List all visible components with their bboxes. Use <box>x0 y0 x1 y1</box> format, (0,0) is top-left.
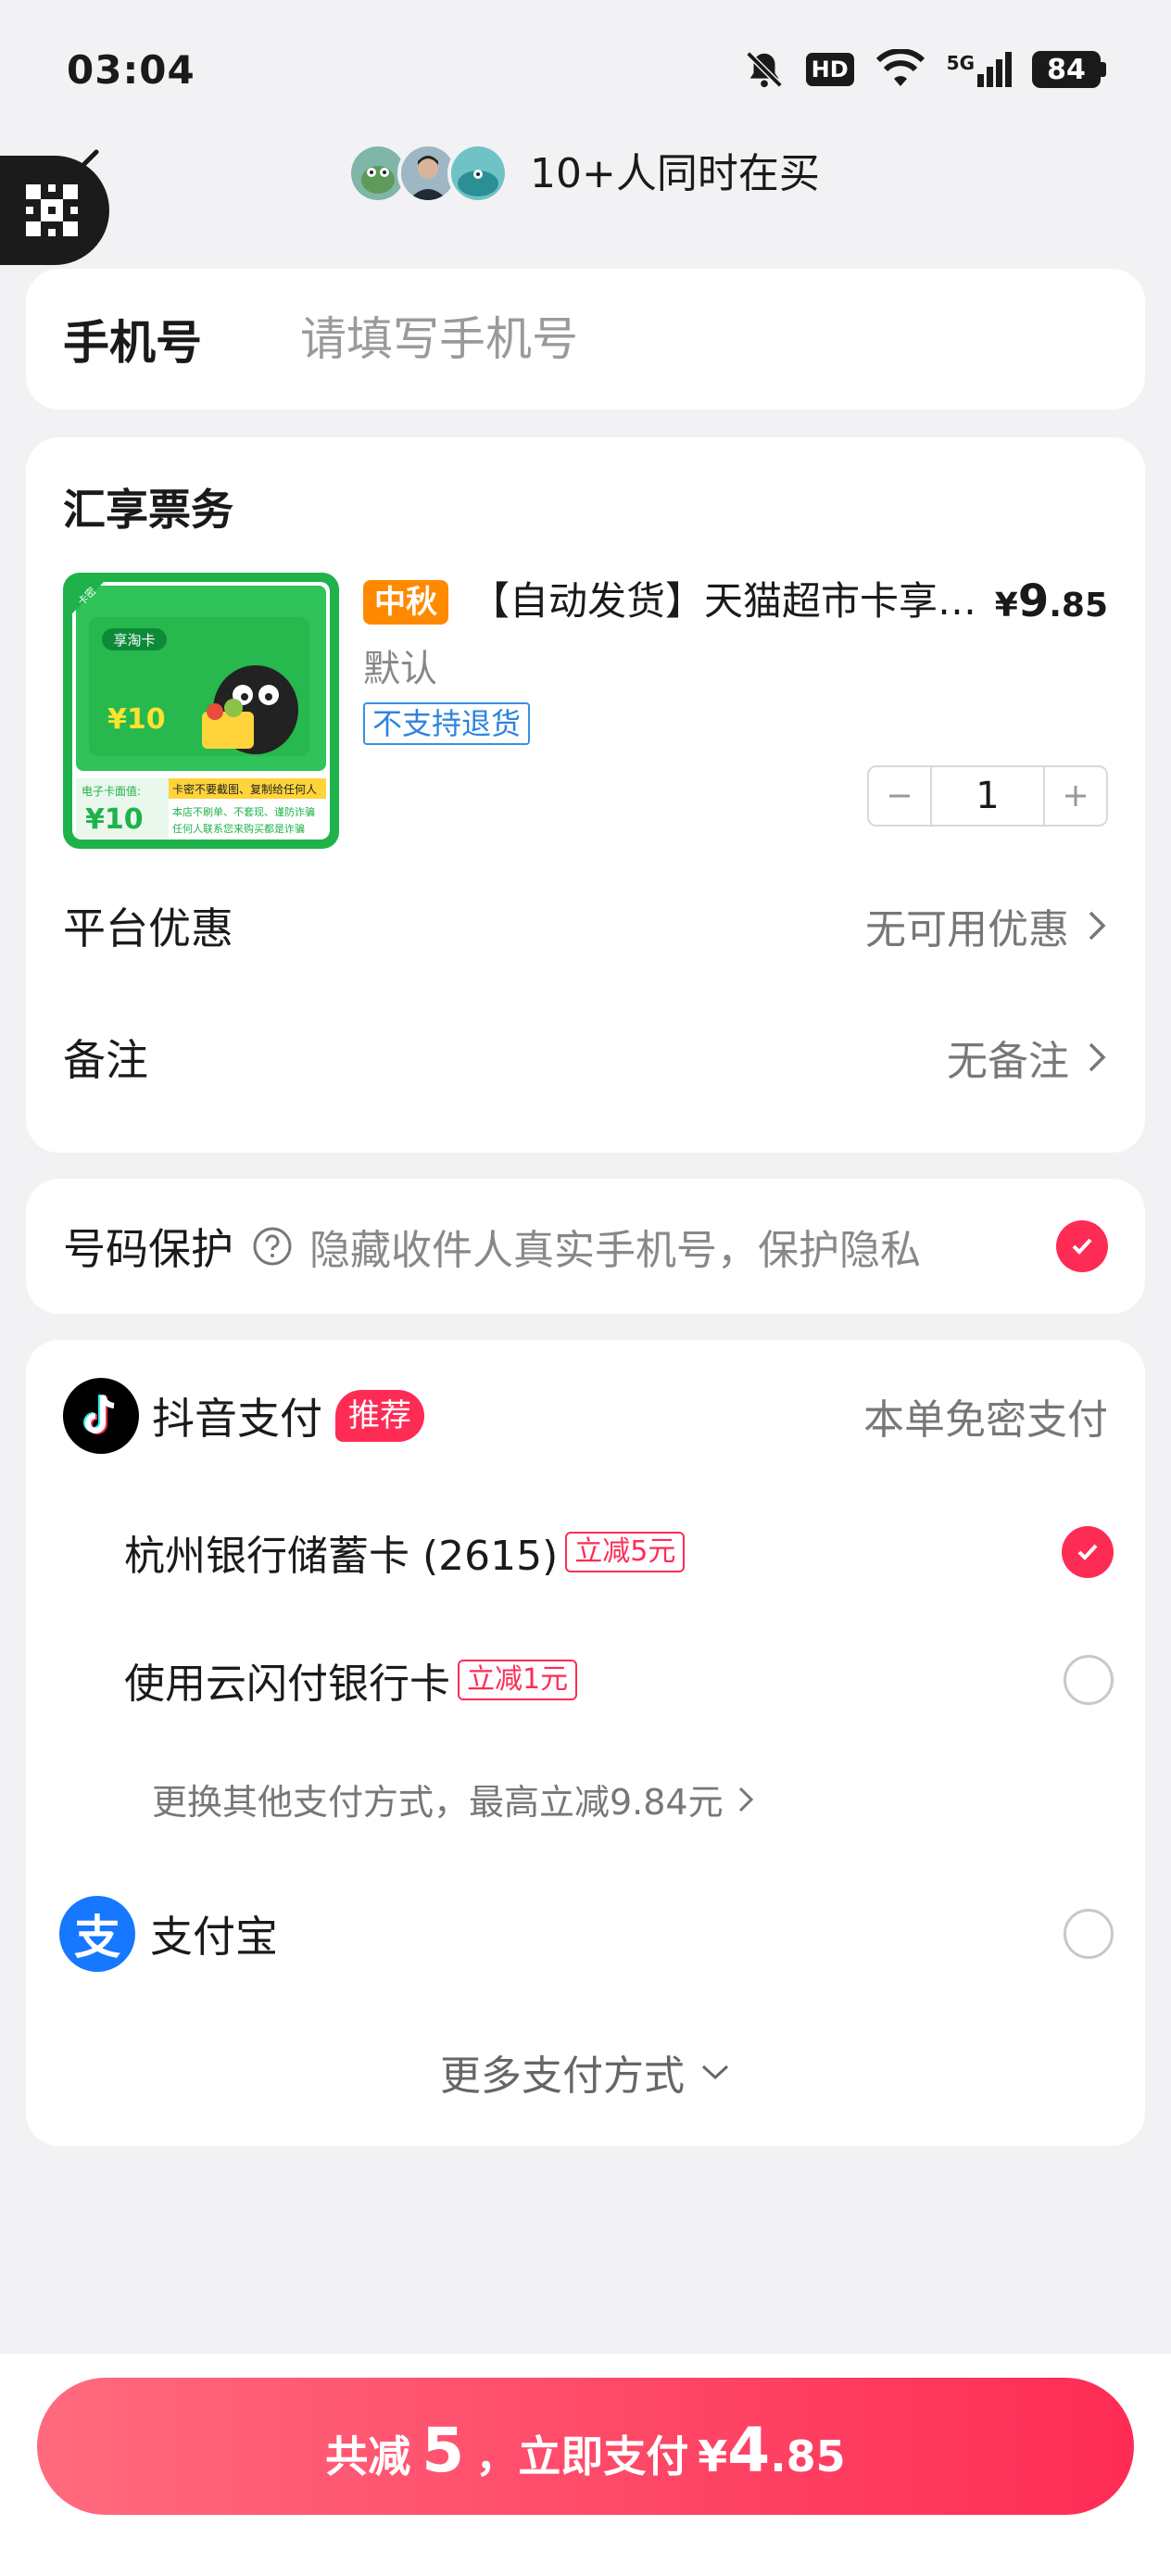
platform-discount-row[interactable]: 平台优惠 无可用优惠 <box>63 884 1108 967</box>
minus-icon <box>889 794 910 798</box>
chevron-right-icon <box>1089 1042 1106 1072</box>
phone-card: 手机号 <box>26 269 1145 410</box>
plus-icon <box>1065 786 1086 806</box>
chevron-down-icon <box>701 2065 729 2080</box>
product-title[interactable]: 【自动发货】天猫超市卡享淘卡10元 <box>471 573 1008 630</box>
chevron-right-icon <box>738 1787 753 1812</box>
header: 10+人同时在买 <box>0 139 1171 265</box>
product-thumbnail[interactable]: 享淘卡 ¥10 电子卡面值: ¥10 卡密不要截图、复制给任何人 本店不刷单、不… <box>63 573 339 849</box>
pay-option-alipay[interactable]: 支 支付宝 <box>59 1892 1114 1976</box>
thumb-warning: 任何人联系您来购买都是诈骗 <box>172 822 305 835</box>
wifi-icon <box>875 49 925 86</box>
thumb-warning: 卡密不要截图、复制给任何人 <box>172 782 317 796</box>
chevron-right-icon <box>1089 911 1106 941</box>
pay-option-radio[interactable] <box>1064 1909 1114 1959</box>
douyin-pay-name: 抖音支付 <box>152 1394 322 1444</box>
thumb-card-label: 享淘卡 <box>113 632 155 649</box>
payment-card <box>26 1340 1145 2146</box>
pay-option-radio-selected[interactable] <box>1062 1526 1114 1578</box>
number-protection-card: 号码保护 隐藏收件人真实手机号，保护隐私 <box>26 1179 1145 1314</box>
check-icon <box>1077 1544 1098 1560</box>
shop-name: 汇享票务 <box>63 485 233 535</box>
check-icon <box>1072 1238 1092 1255</box>
pay-option-promo: 立减5元 <box>565 1532 686 1572</box>
signal-icon: 5G <box>947 52 1012 87</box>
pay-option-label: 杭州银行储蓄卡 (2615) <box>124 1533 559 1580</box>
pay-button-prefix: 共减 <box>325 2431 411 2481</box>
more-payment-methods-button[interactable]: 更多支付方式 <box>0 2042 1171 2102</box>
platform-discount-value: 无可用优惠 <box>865 906 1069 953</box>
note-value: 无备注 <box>947 1038 1069 1085</box>
status-bar: 03:04 HD 5G 84 <box>0 0 1171 139</box>
note-label: 备注 <box>63 1035 148 1085</box>
help-circle-icon[interactable] <box>252 1226 293 1267</box>
note-row[interactable]: 备注 无备注 <box>63 1016 1108 1099</box>
pay-button-middle: ，立即支付 <box>475 2431 689 2481</box>
bell-off-icon <box>746 51 783 88</box>
alipay-name: 支付宝 <box>150 1912 278 1962</box>
phone-input[interactable] <box>300 312 1088 366</box>
qr-code-button[interactable] <box>0 156 109 265</box>
pay-option-radio[interactable] <box>1064 1655 1114 1705</box>
switch-payment-text: 更换其他支付方式，最高立减9.84元 <box>152 1782 724 1823</box>
promo-tag-mid-autumn: 中秋 <box>363 580 448 625</box>
product-price: ¥9.85 <box>994 575 1108 627</box>
order-card: 汇享票务 享淘卡 ¥10 电子卡面值: ¥10 卡密不要截图、复制给任何人 本店… <box>26 437 1145 1153</box>
return-policy-badge: 不支持退货 <box>363 702 531 745</box>
switch-payment-link[interactable]: 更换其他支付方式，最高立减9.84元 <box>152 1774 755 1825</box>
pay-button-total-dec: .85 <box>770 2431 846 2481</box>
decrement-button[interactable] <box>869 767 930 825</box>
douyin-pay-header: 抖音支付 推荐 本单免密支付 <box>63 1377 1108 1455</box>
more-payment-text: 更多支付方式 <box>440 2052 685 2100</box>
pay-button-saved: 5 <box>422 2415 465 2486</box>
buyers-count-text: 10+人同时在买 <box>530 150 820 197</box>
number-protection-label: 号码保护 <box>63 1224 233 1274</box>
quantity-stepper: 1 <box>867 765 1108 827</box>
password-free-text: 本单免密支付 <box>863 1396 1108 1444</box>
status-time: 03:04 <box>67 46 195 93</box>
buyer-avatars <box>347 143 509 204</box>
network-type: 5G <box>946 52 975 74</box>
platform-discount-label: 平台优惠 <box>63 903 233 953</box>
pay-option-hangzhou-bank[interactable]: 杭州银行储蓄卡 (2615) 立减5元 <box>124 1510 1114 1594</box>
quantity-value[interactable]: 1 <box>930 767 1045 825</box>
recommended-badge: 推荐 <box>335 1390 424 1442</box>
pay-button-total-int: 4 <box>727 2415 771 2486</box>
thumb-card-value: ¥10 <box>107 703 166 736</box>
qr-code-icon <box>26 184 78 236</box>
number-protection-desc: 隐藏收件人真实手机号，保护隐私 <box>309 1227 921 1274</box>
alipay-logo-icon: 支 <box>59 1896 135 1972</box>
avatar <box>447 143 509 204</box>
douyin-logo-icon <box>63 1378 139 1454</box>
pay-button-currency: ¥ <box>698 2431 728 2481</box>
number-protection-checkbox[interactable] <box>1056 1220 1108 1272</box>
pay-option-label: 使用云闪付银行卡 <box>124 1661 450 1708</box>
status-icons: HD 5G 84 <box>743 48 1106 91</box>
pay-now-button[interactable]: 共减 5 ，立即支付 ¥ 4 .85 <box>37 2378 1134 2515</box>
battery-level: 84 <box>1032 51 1101 88</box>
pay-option-unionpay[interactable]: 使用云闪付银行卡 立减1元 <box>124 1638 1114 1722</box>
bottom-bar: 共减 5 ，立即支付 ¥ 4 .85 <box>0 2354 1171 2576</box>
product-spec: 默认 <box>363 648 437 690</box>
battery-icon: 84 <box>1032 51 1106 88</box>
increment-button[interactable] <box>1045 767 1106 825</box>
thumb-face-label: 电子卡面值: <box>82 784 141 798</box>
hd-icon: HD <box>805 53 854 86</box>
phone-label: 手机号 <box>63 316 202 370</box>
pay-option-promo: 立减1元 <box>458 1660 578 1700</box>
thumb-warning: 本店不刷单、不套现、谨防诈骗 <box>172 805 315 818</box>
thumb-face-value: ¥10 <box>85 803 144 836</box>
